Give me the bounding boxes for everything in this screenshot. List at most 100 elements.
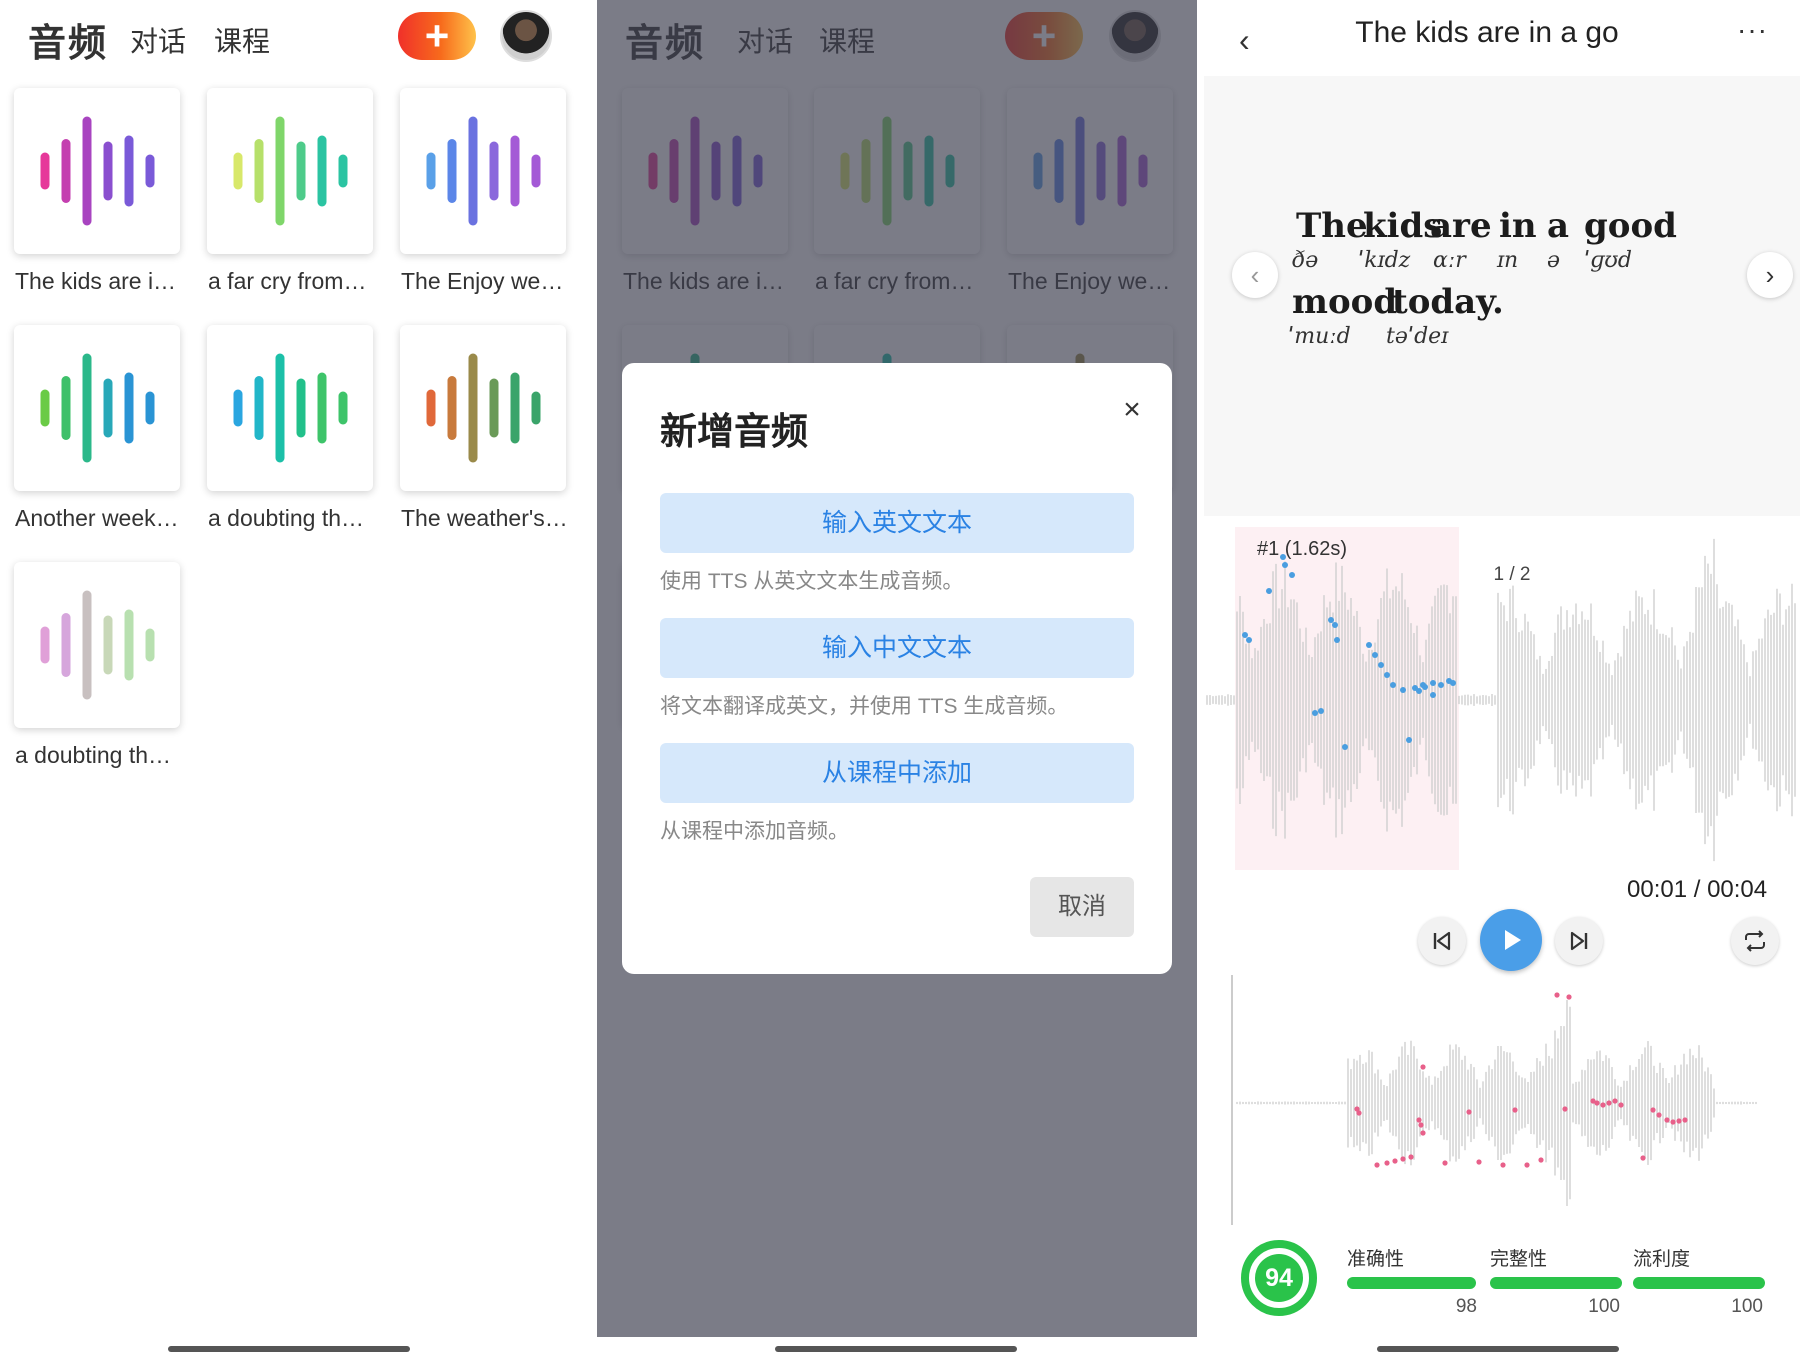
pitch-point <box>1356 1110 1362 1116</box>
skip-forward-icon <box>1570 931 1588 951</box>
next-sentence-button[interactable]: › <box>1747 252 1793 298</box>
add-audio-button[interactable]: + <box>398 12 476 60</box>
prev-sentence-button[interactable]: ‹ <box>1232 252 1278 298</box>
chinese-text-button[interactable]: 输入中文文本 <box>660 618 1134 678</box>
soundwave-icon <box>426 116 541 226</box>
english-text-button[interactable]: 输入英文文本 <box>660 493 1134 553</box>
time-display: 00:01 / 00:04 <box>1627 876 1768 903</box>
home-indicator <box>1377 1346 1619 1352</box>
audio-title[interactable]: The Enjoy we… <box>401 268 571 295</box>
audio-title[interactable]: The kids are i… <box>15 268 185 295</box>
pitch-point <box>1612 1098 1618 1104</box>
soundwave-icon <box>426 353 541 463</box>
next-button[interactable] <box>1555 917 1603 965</box>
audio-title[interactable]: a far cry from… <box>208 268 378 295</box>
pitch-point <box>1280 554 1286 560</box>
metric-label: 流利度 <box>1633 1249 1691 1270</box>
cancel-button[interactable]: 取消 <box>1030 877 1134 937</box>
audio-card[interactable] <box>14 562 180 728</box>
soundwave-icon <box>40 353 155 463</box>
overall-score-ring: 94 <box>1241 1240 1317 1316</box>
add-audio-dialog: 新增音频 × 输入英文文本 使用 TTS 从英文文本生成音频。 输入中文文本 将… <box>622 363 1172 974</box>
overall-score: 94 <box>1255 1254 1303 1302</box>
audio-card[interactable] <box>14 88 180 254</box>
pitch-point <box>1266 588 1272 594</box>
pitch-point <box>1430 680 1436 686</box>
from-course-desc: 从课程中添加音频。 <box>660 820 849 843</box>
pitch-point <box>1676 1118 1682 1124</box>
audio-title[interactable]: The weather's… <box>401 505 571 532</box>
loop-button[interactable] <box>1731 917 1779 965</box>
add-audio-screen: 音频 对话 课程 + The kids are i…a far cry from… <box>597 0 1197 1362</box>
from-course-button[interactable]: 从课程中添加 <box>660 743 1134 803</box>
pitch-point <box>1670 1119 1676 1125</box>
dialog-title: 新增音频 <box>660 411 808 452</box>
avatar[interactable] <box>500 10 552 62</box>
home-indicator <box>775 1346 1017 1352</box>
back-icon[interactable]: ‹ <box>1239 22 1250 59</box>
audio-card[interactable] <box>14 325 180 491</box>
soundwave-icon <box>40 590 155 700</box>
play-icon <box>1505 930 1521 950</box>
sentence-word[interactable]: in <box>1499 206 1537 246</box>
word-ipa: ˈkɪdz <box>1358 248 1411 273</box>
pitch-point <box>1606 1100 1612 1106</box>
soundwave-icon <box>40 116 155 226</box>
previous-button[interactable] <box>1418 917 1466 965</box>
reference-waveform[interactable]: #1 (1.62s) <box>1197 525 1800 875</box>
word-ipa: ðə <box>1292 248 1319 273</box>
pitch-point <box>1366 642 1372 648</box>
pitch-point <box>1318 708 1324 714</box>
english-text-desc: 使用 TTS 从英文文本生成音频。 <box>660 570 964 593</box>
audio-card[interactable] <box>207 88 373 254</box>
pitch-point <box>1430 692 1436 698</box>
pitch-point <box>1650 1107 1656 1113</box>
sentence-word[interactable]: a <box>1547 206 1569 246</box>
pitch-point <box>1289 572 1295 578</box>
pitch-point <box>1328 617 1334 623</box>
pitch-point <box>1438 682 1444 688</box>
pitch-point <box>1418 1122 1424 1128</box>
pitch-point <box>1566 994 1572 1000</box>
pitch-point <box>1384 1160 1390 1166</box>
audio-title[interactable]: a doubting th… <box>208 505 378 532</box>
pitch-point <box>1312 710 1318 716</box>
home-indicator <box>168 1346 410 1352</box>
audio-title[interactable]: a doubting th… <box>15 742 185 769</box>
more-icon[interactable]: ··· <box>1737 14 1768 46</box>
audio-card[interactable] <box>207 325 373 491</box>
word-ipa: ə <box>1547 248 1561 273</box>
audio-card[interactable] <box>400 325 566 491</box>
sentence-word[interactable]: today. <box>1392 282 1504 322</box>
pitch-point <box>1524 1162 1530 1168</box>
tab-courses[interactable]: 课程 <box>214 20 270 60</box>
pitch-point <box>1242 632 1248 638</box>
pitch-point <box>1390 682 1396 688</box>
chevron-right-icon: › <box>1765 259 1775 290</box>
pitch-point <box>1512 1107 1518 1113</box>
metric-label: 完整性 <box>1490 1249 1548 1270</box>
close-icon[interactable]: × <box>1115 393 1149 427</box>
pitch-point <box>1656 1112 1662 1118</box>
pitch-point <box>1538 1157 1544 1163</box>
sentence-word[interactable]: The <box>1296 206 1368 246</box>
top-bar: 音频 对话 课程 + <box>0 0 597 72</box>
pitch-point <box>1442 1160 1448 1166</box>
play-button[interactable] <box>1480 909 1542 971</box>
sentence-word[interactable]: good <box>1584 206 1677 246</box>
sentence-word[interactable]: mood <box>1292 282 1397 322</box>
metric-bar <box>1347 1277 1477 1289</box>
audio-title[interactable]: Another week… <box>15 505 185 532</box>
pitch-point <box>1554 992 1560 998</box>
sentence-word[interactable]: are <box>1430 206 1492 246</box>
tab-dialogue[interactable]: 对话 <box>130 20 186 60</box>
pitch-point <box>1332 622 1338 628</box>
pitch-point <box>1682 1117 1688 1123</box>
user-recording-waveform[interactable] <box>1197 975 1800 1230</box>
pitch-point <box>1384 672 1390 678</box>
pitch-point <box>1400 687 1406 693</box>
pitch-point <box>1562 1106 1568 1112</box>
pitch-point <box>1342 744 1348 750</box>
audio-card[interactable] <box>400 88 566 254</box>
metric-value: 98 <box>1455 1296 1477 1317</box>
